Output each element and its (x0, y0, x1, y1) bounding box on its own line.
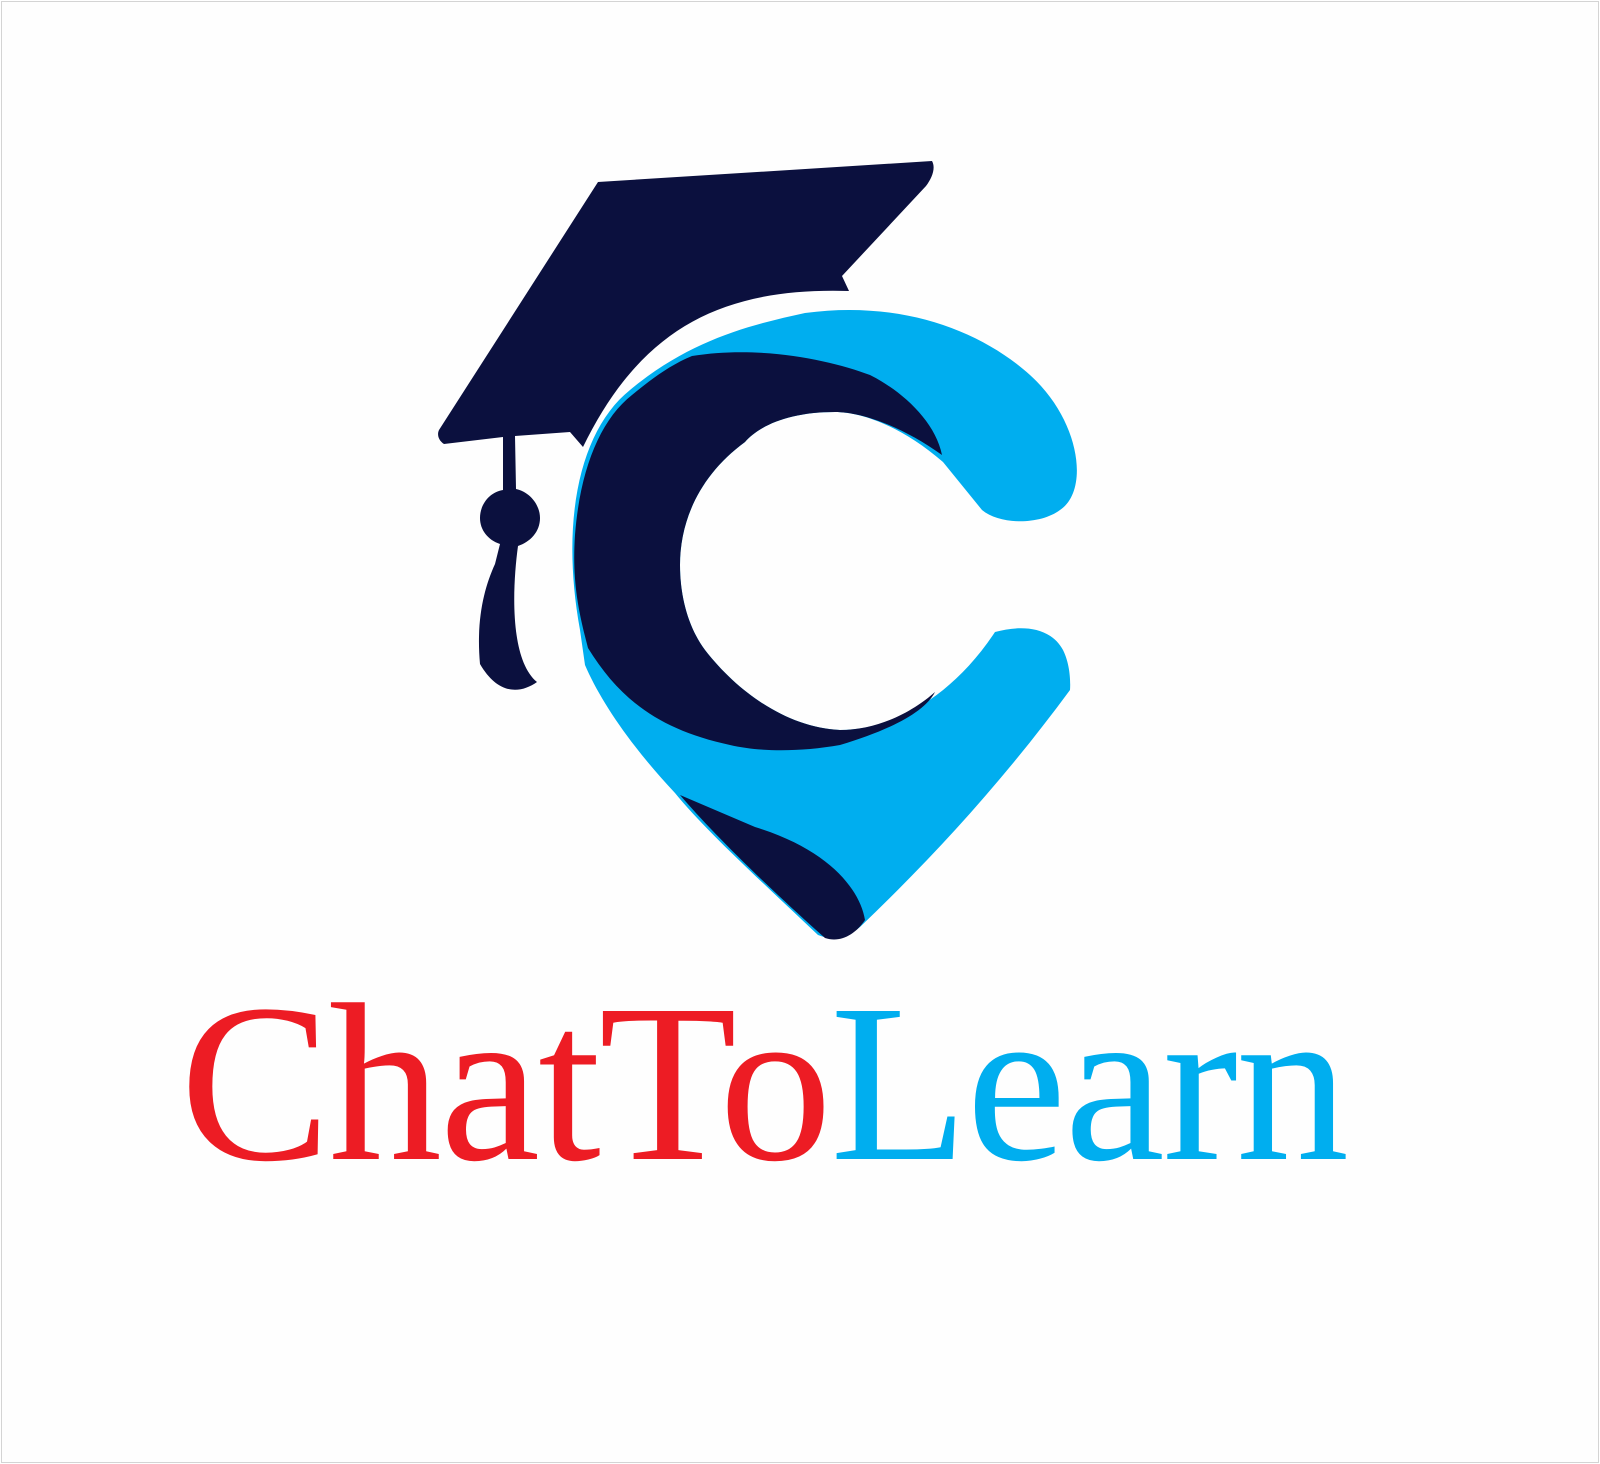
brand-name-learn: Learn (830, 958, 1349, 1208)
brand-wordmark: ChatToLearn (180, 968, 1440, 1198)
navy-c-shape (574, 352, 942, 751)
brand-name-chatto: ChatTo (180, 958, 832, 1208)
graduation-cap-c-pin-icon (438, 161, 1077, 940)
